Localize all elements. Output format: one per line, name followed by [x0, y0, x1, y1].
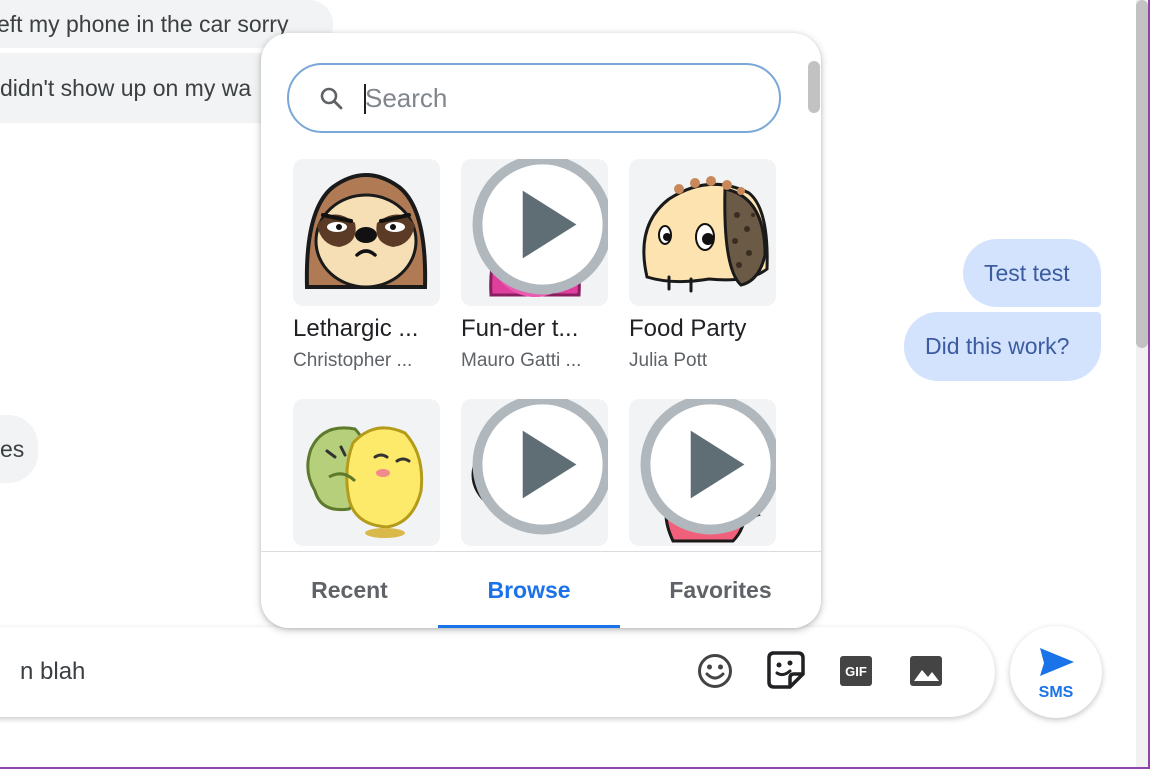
play-icon	[640, 399, 776, 535]
tab-favorites[interactable]: Favorites	[620, 552, 821, 628]
play-icon	[472, 159, 608, 295]
hugging-friends-sticker-icon	[306, 426, 424, 538]
page-scrollbar-thumb[interactable]	[1136, 0, 1148, 348]
send-icon	[1040, 648, 1074, 676]
sloth-sticker-icon	[304, 173, 428, 289]
image-icon[interactable]	[908, 653, 944, 689]
text-caret	[364, 84, 366, 114]
sticker-pack-card[interactable]	[293, 159, 440, 306]
tab-recent[interactable]: Recent	[261, 552, 438, 628]
pack-title: Fun-der t...	[461, 315, 579, 342]
sticker-pack-card[interactable]	[629, 399, 776, 546]
outgoing-message: Did this work?	[904, 312, 1101, 381]
message-input[interactable]: n blah	[20, 658, 85, 686]
message-text: Did this work?	[925, 333, 1070, 359]
pack-title: Lethargic ...	[293, 315, 419, 342]
pack-author: Julia Pott	[629, 350, 708, 371]
sticker-pack-card[interactable]	[461, 399, 608, 546]
sticker-icon[interactable]	[766, 650, 806, 690]
sticker-picker: Lethargic ... Fun-der t... Food Party Ch…	[261, 33, 821, 628]
emoji-icon[interactable]	[697, 653, 733, 689]
message-text: didn't show up on my wa	[0, 74, 252, 101]
pack-title: Food Party	[629, 315, 747, 342]
sticker-search-input[interactable]	[365, 77, 755, 119]
message-text: eft my phone in the car sorry	[0, 10, 289, 37]
pack-author: Mauro Gatti ...	[461, 350, 582, 371]
message-text: es	[0, 435, 25, 462]
incoming-message: didn't show up on my wa	[0, 53, 290, 123]
sticker-pack-card[interactable]	[293, 399, 440, 546]
svg-text:GIF: GIF	[845, 664, 867, 679]
pack-author: Christopher ...	[293, 350, 413, 371]
sticker-pack-card[interactable]	[629, 159, 776, 306]
send-sms-button[interactable]: SMS	[1010, 626, 1102, 718]
sticker-pack-card[interactable]	[461, 159, 608, 306]
send-label: SMS	[1038, 684, 1074, 701]
sticker-picker-tabs: Recent Browse Favorites	[261, 551, 821, 628]
gif-icon[interactable]: GIF	[838, 653, 874, 689]
message-text: Test test	[984, 259, 1070, 286]
search-icon	[320, 87, 343, 110]
active-tab-indicator	[438, 625, 620, 628]
incoming-message: es	[0, 415, 38, 483]
picker-scrollbar-thumb[interactable]	[808, 61, 820, 113]
sticker-search-box[interactable]	[287, 63, 781, 133]
outgoing-message: Test test	[963, 239, 1101, 307]
play-icon	[472, 399, 608, 535]
taco-sticker-icon	[642, 176, 769, 293]
tab-browse[interactable]: Browse	[438, 552, 620, 628]
